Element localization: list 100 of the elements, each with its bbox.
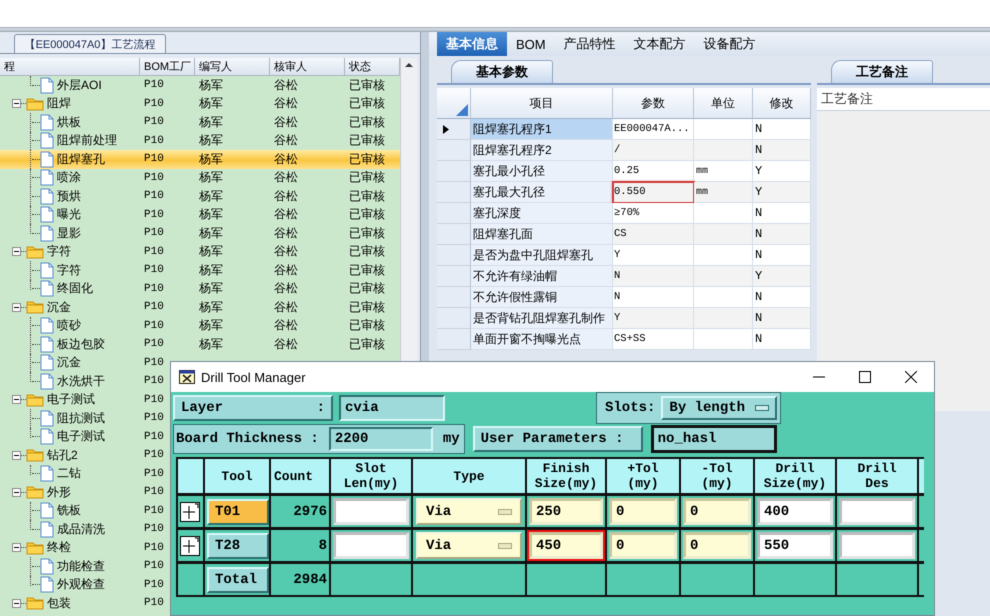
step-name: 水洗烘干 [56,372,105,390]
writer-name: 杨军 [199,78,223,92]
bom-factory: P10 [144,560,164,572]
status-text: 已审核 [349,96,385,110]
column-header: +Tol (my) [607,459,679,493]
notes-header: 工艺备注 [817,88,990,111]
bom-factory: P10 [144,264,164,276]
bom-factory: P10 [144,320,164,332]
column-header: Tool [205,459,269,493]
column-header: 项目 [471,88,613,119]
bom-factory: P10 [144,190,164,202]
status-text: 已审核 [349,207,385,222]
step-name: 沉金 [56,354,81,372]
step-name: 显影 [56,224,81,242]
writer-name: 杨军 [199,318,223,332]
bom-factory: P10 [144,153,164,166]
bom-factory: P10 [144,116,164,128]
bom-factory: P10 [144,504,164,517]
status-text: 已审核 [349,262,385,277]
bom-factory: P10 [144,134,164,147]
writer-name: 杨军 [199,300,223,314]
writer-name: 杨军 [199,114,223,129]
bom-factory: P10 [144,375,164,388]
bom-factory: P10 [144,356,164,369]
reviewer-name: 谷松 [274,300,298,314]
writer-name: 杨军 [199,226,223,240]
column-header: 程 [0,58,140,75]
step-name: 板边包胶 [56,336,105,353]
bom-factory: P10 [144,227,164,240]
step-name: 烘板 [56,114,81,131]
slots-label: Slots: [605,400,656,416]
bom-factory: P10 [144,301,164,314]
bom-factory: P10 [144,430,164,443]
reviewer-name: 谷松 [274,188,298,203]
step-name: 成品清洗 [56,520,105,538]
bom-factory: P10 [144,412,164,424]
status-text: 已审核 [349,300,385,314]
status-text: 已审核 [349,170,385,184]
writer-name: 杨军 [199,133,223,148]
column-header: -Tol (my) [681,459,753,493]
step-name: 外形 [46,484,71,501]
step-name: 阻焊塞孔 [56,150,105,168]
step-name: 包装 [46,594,71,612]
column-header: Drill Size(my) [755,459,835,493]
reviewer-name: 谷松 [274,170,298,184]
status-text: 已审核 [349,78,385,92]
step-name: 终固化 [56,280,93,298]
reviewer-name: 谷松 [274,226,298,240]
bom-factory: P10 [144,338,164,350]
bom-factory: P10 [144,172,164,184]
status-text: 已审核 [349,244,385,258]
reviewer-name: 谷松 [274,262,298,277]
step-name: 预烘 [56,188,81,205]
column-header: Count [271,459,329,493]
bom-factory: P10 [144,282,164,295]
status-text: 已审核 [349,188,385,203]
bom-factory: P10 [144,486,164,498]
step-name: 二钻 [56,465,81,482]
bom-factory: P10 [144,578,164,591]
bom-factory: P10 [144,79,164,92]
reviewer-name: 谷松 [274,96,298,110]
bom-factory: P10 [144,246,164,258]
column-header: Type [413,459,525,493]
table-cell: 2984 [271,564,329,595]
step-name: 阻抗测试 [56,410,105,427]
column-header: 参数 [613,88,694,119]
writer-name: 杨军 [199,336,223,351]
bom-factory: P10 [144,208,164,221]
writer-name: 杨军 [199,152,223,166]
bom-factory: P10 [144,394,164,406]
column-header: Drill Des [837,459,917,493]
step-name: 曝光 [56,206,81,224]
bom-factory: P10 [144,597,164,610]
bom-factory: P10 [144,468,164,480]
status-text: 已审核 [349,318,385,332]
status-text: 已审核 [349,114,385,129]
writer-name: 杨军 [199,281,223,296]
step-name: 沉金 [46,298,71,316]
writer-name: 杨军 [199,96,223,110]
column-header: Finish Size(my) [527,459,605,493]
step-name: 铣板 [56,502,81,520]
writer-name: 杨军 [199,188,223,203]
bom-factory: P10 [144,542,164,554]
step-name: 喷砂 [56,317,81,334]
status-text: 已审核 [349,281,385,296]
writer-name: 杨军 [199,170,223,184]
step-name: 阻焊 [46,95,71,112]
writer-name: 杨军 [199,207,223,222]
step-name: 终检 [46,539,71,556]
writer-name: 杨军 [199,244,223,258]
status-text: 已审核 [349,336,385,351]
reviewer-name: 谷松 [274,207,298,222]
status-text: 已审核 [349,226,385,240]
step-name: 阻焊前处理 [56,132,117,150]
window-title: Drill Tool Manager [201,370,307,384]
reviewer-name: 谷松 [274,281,298,296]
reviewer-name: 谷松 [274,336,298,351]
step-name: 外观检查 [56,576,105,594]
reviewer-name: 谷松 [274,244,298,258]
column-header: 修改 [753,88,811,119]
